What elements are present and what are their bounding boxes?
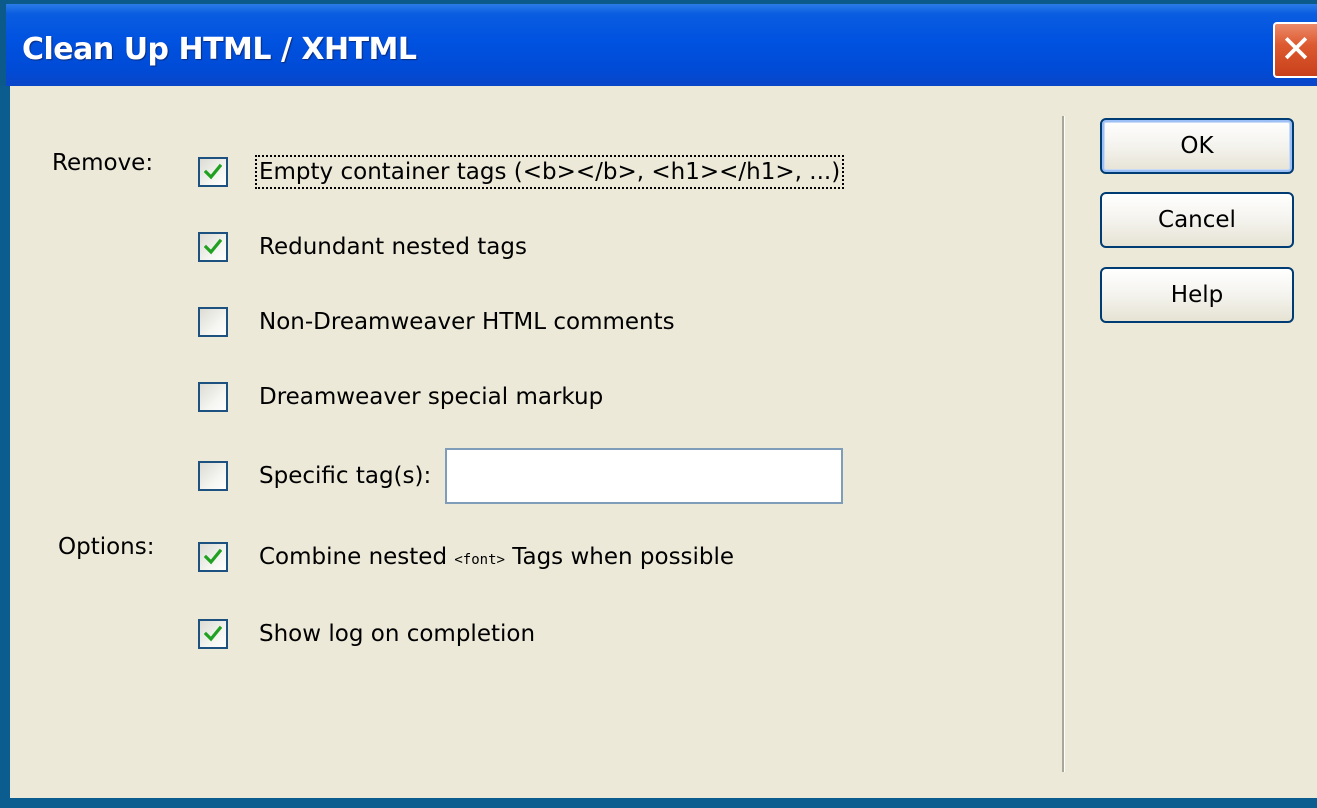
redundant-nested-tags-label[interactable]: Redundant nested tags [257,232,529,262]
combine-font-tags-label[interactable]: Combine nested <font> Tags when possible [257,542,736,572]
font-tag-code: <font> [454,552,505,568]
window-bottom-border [0,798,1317,808]
remove-redundant-nested-row[interactable]: Redundant nested tags [198,227,529,267]
remove-section-label: Remove: [52,150,154,176]
close-icon: ✕ [1280,27,1312,71]
combine-font-label-prefix: Combine nested [259,544,455,570]
dialog-body: Remove: Empty container tags (<b></b>, <… [10,86,1317,798]
show-log-label[interactable]: Show log on completion [257,619,537,649]
non-dreamweaver-comments-checkbox[interactable] [198,307,228,337]
remove-empty-container-row[interactable]: Empty container tags (<b></b>, <h1></h1>… [198,152,845,192]
combine-font-label-suffix: Tags when possible [504,544,735,570]
remove-specific-tags-row[interactable]: Specific tag(s): [198,448,844,504]
dreamweaver-special-markup-label[interactable]: Dreamweaver special markup [257,382,605,412]
ok-button[interactable]: OK [1100,118,1294,174]
checkmark-icon [204,548,222,565]
specific-tags-label[interactable]: Specific tag(s): [257,461,433,491]
show-log-checkbox[interactable] [198,619,228,649]
non-dreamweaver-comments-label[interactable]: Non-Dreamweaver HTML comments [257,307,677,337]
checkmark-icon [204,163,222,180]
window-title: Clean Up HTML / XHTML [22,32,417,67]
window-left-border [0,86,10,798]
remove-html-comments-row[interactable]: Non-Dreamweaver HTML comments [198,302,677,342]
dreamweaver-special-markup-checkbox[interactable] [198,382,228,412]
cancel-button[interactable]: Cancel [1100,192,1294,248]
close-button[interactable]: ✕ [1273,22,1317,78]
checkmark-icon [204,625,222,642]
remove-special-markup-row[interactable]: Dreamweaver special markup [198,377,605,417]
empty-container-tags-checkbox[interactable] [198,157,228,187]
dialog-window: Clean Up HTML / XHTML ✕ Remove: Empty co… [0,0,1317,808]
options-combine-font-row[interactable]: Combine nested <font> Tags when possible [198,537,736,577]
combine-font-tags-checkbox[interactable] [198,542,228,572]
options-show-log-row[interactable]: Show log on completion [198,614,537,654]
redundant-nested-tags-checkbox[interactable] [198,232,228,262]
specific-tags-checkbox[interactable] [198,461,228,491]
checkmark-icon [204,238,222,255]
empty-container-tags-label[interactable]: Empty container tags (<b></b>, <h1></h1>… [254,155,845,189]
vertical-separator [1062,116,1065,772]
help-button[interactable]: Help [1100,267,1294,323]
title-bar[interactable]: Clean Up HTML / XHTML ✕ [0,0,1317,86]
options-section-label: Options: [58,534,155,560]
specific-tags-input[interactable] [445,448,844,504]
